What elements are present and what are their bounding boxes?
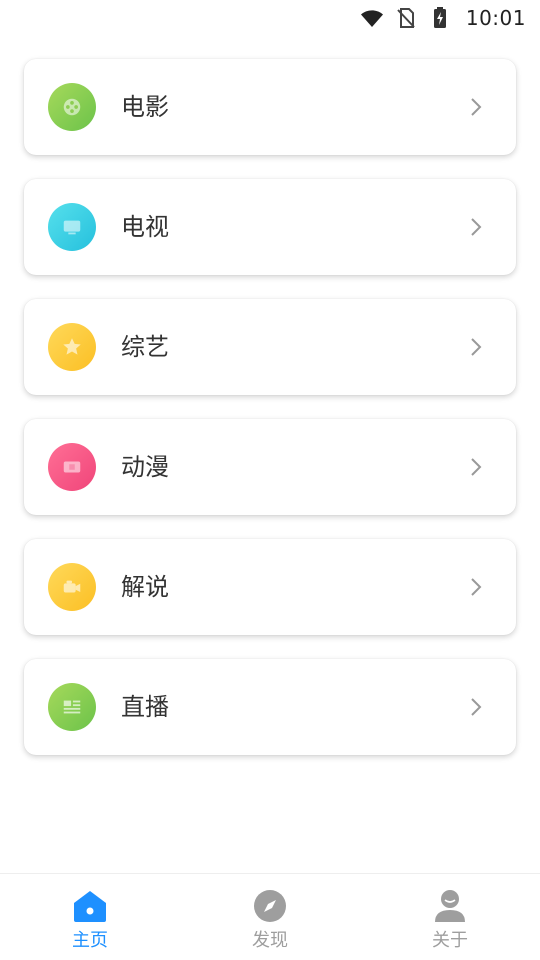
news-icon [48,683,96,731]
chevron-right-icon [471,98,482,116]
nav-item-about[interactable]: 关于 [360,874,540,960]
category-label: 解说 [121,573,169,601]
category-label: 动漫 [121,453,169,481]
video-camera-icon [48,563,96,611]
chevron-right-icon [471,578,482,596]
category-label: 综艺 [121,333,169,361]
category-card-commentary[interactable]: 解说 [24,539,516,635]
no-sim-icon [397,8,415,28]
category-label: 电影 [121,93,169,121]
user-icon [435,890,465,922]
bottom-nav: 主页 发现 关于 [0,873,540,960]
chevron-right-icon [471,458,482,476]
status-bar: 10:01 [0,0,540,36]
chevron-right-icon [471,338,482,356]
chevron-right-icon [471,698,482,716]
category-label: 直播 [121,693,169,721]
category-card-tv[interactable]: 电视 [24,179,516,275]
tv-icon [48,203,96,251]
wifi-icon [360,10,383,27]
ticket-icon [48,443,96,491]
category-card-live[interactable]: 直播 [24,659,516,755]
category-label: 电视 [121,213,169,241]
film-reel-icon [48,83,96,131]
category-card-anime[interactable]: 动漫 [24,419,516,515]
nav-item-home[interactable]: 主页 [0,874,180,960]
home-icon [74,891,106,922]
status-time: 10:01 [465,6,526,30]
star-icon [48,323,96,371]
category-card-variety[interactable]: 综艺 [24,299,516,395]
compass-icon [254,890,286,922]
nav-label: 主页 [72,930,108,951]
category-card-movie[interactable]: 电影 [24,59,516,155]
nav-label: 发现 [252,930,288,951]
category-list: 电影 电视 综艺 动漫 解说 直播 [24,59,516,779]
nav-label: 关于 [432,930,468,951]
chevron-right-icon [471,218,482,236]
nav-item-discover[interactable]: 发现 [180,874,360,960]
status-icons: 10:01 [360,6,526,30]
battery-charging-icon [433,7,446,28]
